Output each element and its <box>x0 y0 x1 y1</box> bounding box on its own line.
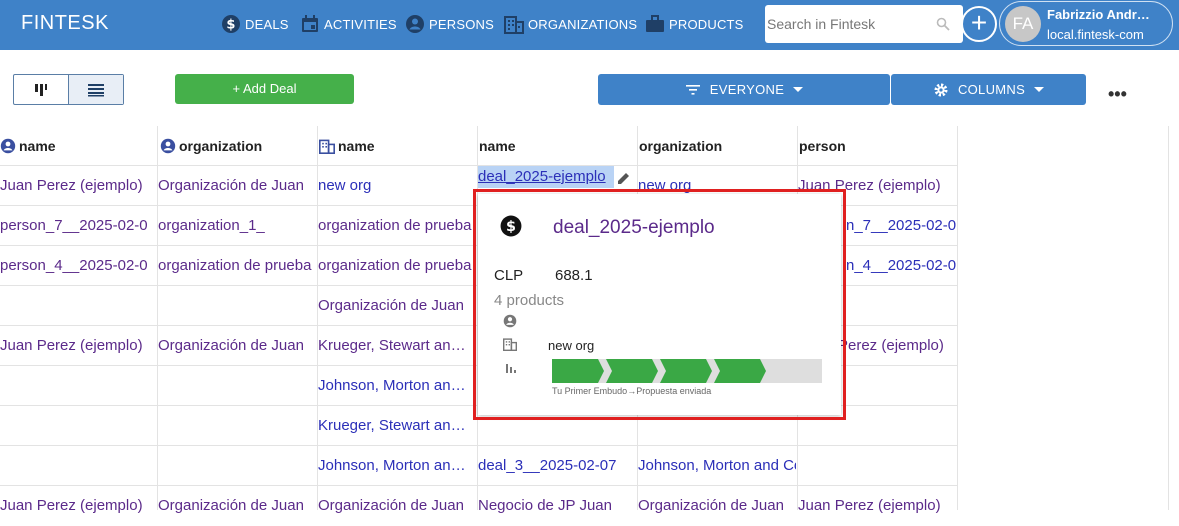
organization-name-cell[interactable]: Organización de Juan <box>318 286 473 326</box>
deal-organization-cell[interactable]: Organización de Juan <box>638 486 796 526</box>
person-circle-icon <box>406 15 424 33</box>
avatar: FA <box>1005 6 1041 42</box>
nav-persons-label: PERSONS <box>429 16 494 32</box>
svg-text:$: $ <box>226 18 235 33</box>
top-navigation-bar: FINTESK $ DEALS ACTIVITIES PERSONS ORGAN… <box>0 0 1179 50</box>
person-name-cell[interactable]: person_7__2025-02-0 <box>0 206 155 246</box>
deal-name-cell[interactable]: Negocio de JP Juan <box>478 486 633 526</box>
search-input[interactable]: Search in Fintesk <box>765 5 963 43</box>
columns-label: COLUMNS <box>957 82 1026 97</box>
column-header-label: organization <box>179 138 263 154</box>
organization-name-cell[interactable]: organization de prueba <box>318 246 473 286</box>
organization-name-cell[interactable]: Krueger, Stewart and Co <box>318 326 473 366</box>
user-domain: local.fintesk-com <box>1047 27 1144 42</box>
person-circle-icon <box>160 138 176 154</box>
briefcase-icon <box>646 15 664 32</box>
nav-deals-label: DEALS <box>245 16 289 32</box>
column-header-deal-person[interactable]: person <box>799 126 955 166</box>
column-header-deal-organization[interactable]: organization <box>639 126 795 166</box>
organization-name-cell[interactable]: Krueger, Stewart and Co <box>318 406 473 446</box>
nav-persons[interactable]: PERSONS <box>405 12 494 36</box>
person-name-cell[interactable]: Juan Perez (ejemplo) <box>0 166 155 206</box>
column-header-organization-name[interactable]: name <box>319 126 475 166</box>
add-deal-button[interactable]: + Add Deal <box>175 74 354 104</box>
deal-person-cell[interactable]: n_7__2025-02-0 <box>846 206 956 246</box>
brand-logo[interactable]: FINTESK <box>21 12 109 35</box>
filter-everyone-button[interactable]: EVERYONE <box>598 74 890 105</box>
person-name-cell[interactable]: person_4__2025-02-0 <box>0 246 155 286</box>
column-header-label: name <box>19 138 56 154</box>
column-header-label: person <box>799 138 846 154</box>
column-header-person-organization[interactable]: organization <box>160 126 316 166</box>
kanban-icon <box>35 83 47 96</box>
calendar-icon <box>302 15 318 32</box>
user-name: Fabrizzio Andr… <box>1047 7 1150 22</box>
gear-icon <box>934 83 948 96</box>
nav-products[interactable]: PRODUCTS <box>645 12 744 36</box>
dollar-circle-icon: $ <box>222 15 240 33</box>
organization-name-cell[interactable]: new org <box>318 166 473 206</box>
person-organization-cell[interactable]: organization_1_ <box>158 206 316 246</box>
person-name-cell[interactable]: Juan Perez (ejemplo) <box>0 326 155 366</box>
scroll-area-divider <box>1168 126 1169 510</box>
column-header-label: organization <box>639 138 723 154</box>
organization-name-cell[interactable]: Johnson, Morton and Co <box>318 366 473 406</box>
list-view-button[interactable] <box>69 75 123 104</box>
pipeline-view-button[interactable] <box>14 75 69 104</box>
nav-organizations[interactable]: ORGANIZATIONS <box>504 12 637 36</box>
deal-name-cell-editing[interactable]: deal_2025-ejemplo <box>478 166 614 188</box>
highlight-frame <box>473 189 846 420</box>
deal-name-cell[interactable]: deal_3__2025-02-07 <box>478 446 633 486</box>
deal-person-cell[interactable]: n_4__2025-02-0 <box>846 246 956 286</box>
person-organization-cell[interactable]: Organización de Juan <box>158 326 316 366</box>
organization-name-cell[interactable]: Johnson, Morton and Co <box>318 446 473 486</box>
nav-activities[interactable]: ACTIVITIES <box>300 12 397 36</box>
nav-deals[interactable]: $ DEALS <box>221 12 289 36</box>
columns-button[interactable]: COLUMNS <box>891 74 1086 105</box>
nav-products-label: PRODUCTS <box>669 16 744 32</box>
more-options-button[interactable]: ••• <box>1108 84 1127 105</box>
deal-organization-cell[interactable]: Johnson, Morton and Co <box>638 446 796 486</box>
table-row[interactable]: Juan Perez (ejemplo) Organización de Jua… <box>0 485 958 525</box>
caret-down-icon <box>793 87 804 92</box>
person-name-cell[interactable]: Juan Perez (ejemplo) <box>0 486 155 526</box>
building-icon <box>319 139 335 154</box>
person-organization-cell[interactable]: Organización de Juan <box>158 486 316 526</box>
organization-name-cell[interactable]: organization de prueba <box>318 206 473 246</box>
column-header-deal-name[interactable]: name <box>479 126 635 166</box>
list-icon <box>88 83 104 96</box>
caret-down-icon <box>1034 87 1045 92</box>
filter-label: EVERYONE <box>709 82 785 97</box>
nav-activities-label: ACTIVITIES <box>324 16 397 32</box>
building-icon <box>504 16 524 34</box>
table-row[interactable]: Johnson, Morton and Co deal_3__2025-02-0… <box>0 445 958 485</box>
search-icon <box>936 17 950 31</box>
column-header-label: name <box>338 138 375 154</box>
quick-add-button[interactable]: + <box>961 6 997 42</box>
person-organization-cell[interactable]: Organización de Juan <box>158 166 316 206</box>
filter-icon <box>685 84 700 95</box>
user-menu[interactable]: FA Fabrizzio Andr… local.fintesk-com <box>999 1 1173 46</box>
pencil-icon[interactable] <box>615 171 633 187</box>
organization-name-cell[interactable]: Organización de Juan <box>318 486 473 526</box>
column-header-person-name[interactable]: name <box>0 126 156 166</box>
column-header-label: name <box>479 138 516 154</box>
person-circle-icon <box>0 138 16 154</box>
deal-person-cell[interactable]: Perez (ejemplo) <box>838 326 956 366</box>
deal-person-cell[interactable]: Juan Perez (ejemplo) <box>798 486 956 526</box>
nav-organizations-label: ORGANIZATIONS <box>528 16 638 32</box>
person-organization-cell[interactable]: organization de prueba <box>158 246 316 286</box>
search-placeholder: Search in Fintesk <box>767 16 876 32</box>
view-toggle <box>13 74 124 105</box>
